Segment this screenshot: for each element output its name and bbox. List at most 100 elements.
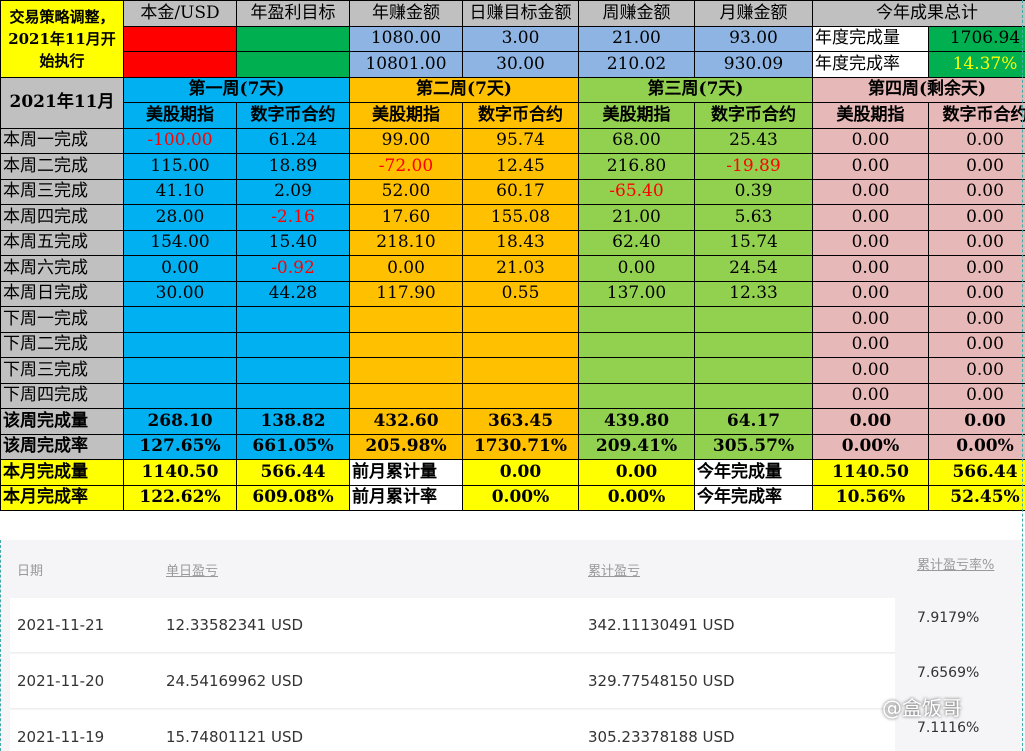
month-total-label[interactable]: 本月完成量	[0, 459, 124, 486]
sub-header-crypto[interactable]: 数字币合约	[236, 102, 350, 129]
year-rate-b[interactable]: 52.45%	[928, 484, 1025, 511]
target-cell[interactable]	[236, 25, 350, 52]
value-cell[interactable]: 44.28	[236, 280, 350, 307]
value-cell[interactable]: 0.00	[123, 255, 237, 282]
value-cell[interactable]	[462, 382, 579, 409]
summary-cell[interactable]: 439.80	[578, 408, 695, 435]
value-cell[interactable]	[694, 382, 813, 409]
day-label[interactable]: 下周三完成	[0, 357, 124, 384]
value-cell[interactable]: 21.00	[578, 204, 695, 231]
value-cell[interactable]: 0.00	[812, 306, 929, 333]
summary-cell[interactable]: 661.05%	[236, 433, 350, 460]
day-label[interactable]: 下周一完成	[0, 306, 124, 333]
prev-total-b[interactable]: 0.00	[578, 459, 695, 486]
value-cell[interactable]: 60.17	[462, 178, 579, 205]
value-cell[interactable]: 24.54	[694, 255, 813, 282]
prev-rate-label[interactable]: 前月累计率	[349, 484, 463, 511]
week-1-header[interactable]: 第一周(7天)	[123, 76, 350, 103]
sub-header-crypto[interactable]: 数字币合约	[462, 102, 579, 129]
value-cell[interactable]: 5.63	[694, 204, 813, 231]
pnl-row[interactable]: 2021-11-19 15.74801121 USD 305.23378188 …	[10, 710, 895, 751]
week-total-label[interactable]: 该周完成量	[0, 408, 124, 435]
sub-header-crypto[interactable]: 数字币合约	[928, 102, 1025, 129]
year-total-label[interactable]: 今年完成量	[694, 459, 813, 486]
summary-cell[interactable]: 0.00	[812, 408, 929, 435]
value-cell[interactable]: 0.00	[928, 204, 1025, 231]
value-cell[interactable]: 0.00	[812, 255, 929, 282]
value-cell[interactable]: 0.00	[928, 280, 1025, 307]
summary-cell[interactable]: 432.60	[349, 408, 463, 435]
value-cell[interactable]	[236, 382, 350, 409]
pnl-row[interactable]: 2021-11-21 12.33582341 USD 342.11130491 …	[10, 598, 895, 653]
value-cell[interactable]: 216.80	[578, 153, 695, 180]
header-monthly-earn[interactable]: 月赚金额	[694, 0, 813, 27]
summary-cell[interactable]: 209.41%	[578, 433, 695, 460]
value-cell[interactable]: 115.00	[123, 153, 237, 180]
value-cell[interactable]: 154.00	[123, 229, 237, 256]
header-weekly-earn[interactable]: 周赚金额	[578, 0, 695, 27]
value-cell[interactable]: 0.00	[812, 382, 929, 409]
day-label[interactable]: 本周日完成	[0, 280, 124, 307]
header-annual-target[interactable]: 年盈利目标	[236, 0, 350, 27]
value-cell[interactable]: 0.00	[928, 153, 1025, 180]
value-cell[interactable]	[578, 357, 695, 384]
value-cell[interactable]: 0.00	[928, 382, 1025, 409]
value-cell[interactable]	[578, 306, 695, 333]
value-cell[interactable]: 0.00	[812, 331, 929, 358]
value-cell[interactable]: -0.92	[236, 255, 350, 282]
value-cell[interactable]	[578, 382, 695, 409]
value-cell[interactable]: 0.00	[928, 255, 1025, 282]
summary-cell[interactable]: 64.17	[694, 408, 813, 435]
prev-total-label[interactable]: 前月累计量	[349, 459, 463, 486]
value-cell[interactable]: 0.00	[812, 178, 929, 205]
day-label[interactable]: 下周二完成	[0, 331, 124, 358]
value-cell[interactable]: 0.00	[578, 255, 695, 282]
value-cell[interactable]	[349, 382, 463, 409]
month-rate-label[interactable]: 本月完成率	[0, 484, 124, 511]
value-cell[interactable]: 0.00	[812, 127, 929, 154]
summary-cell[interactable]: 0.00%	[812, 433, 929, 460]
value-cell[interactable]: 52.00	[349, 178, 463, 205]
value-cell[interactable]: 0.00	[928, 357, 1025, 384]
value-cell[interactable]: 17.60	[349, 204, 463, 231]
value-cell[interactable]: 12.33	[694, 280, 813, 307]
value-cell[interactable]	[349, 331, 463, 358]
pnl-header-rate[interactable]: 累计盈亏率%	[917, 554, 994, 573]
header-year-summary[interactable]: 今年成果总计	[812, 0, 1025, 27]
value-cell[interactable]: 99.00	[349, 127, 463, 154]
value-cell[interactable]	[236, 357, 350, 384]
pnl-header-cum[interactable]: 累计盈亏	[588, 560, 640, 579]
value-cell[interactable]: 95.74	[462, 127, 579, 154]
strategy-note[interactable]: 交易策略调整，2021年11月开始执行	[0, 0, 124, 78]
year-total-b[interactable]: 566.44	[928, 459, 1025, 486]
pnl-header-daily[interactable]: 单日盈亏	[166, 560, 218, 579]
value-cell[interactable]: -19.89	[694, 153, 813, 180]
value-cell[interactable]: -100.00	[123, 127, 237, 154]
value-cell[interactable]: 0.00	[812, 153, 929, 180]
value-cell[interactable]	[694, 357, 813, 384]
cell[interactable]: 30.00	[462, 51, 579, 78]
cell[interactable]: 930.09	[694, 51, 813, 78]
summary-cell[interactable]: 127.65%	[123, 433, 237, 460]
summary-cell[interactable]: 0.00	[928, 408, 1025, 435]
value-cell[interactable]: 18.89	[236, 153, 350, 180]
sub-header-crypto[interactable]: 数字币合约	[694, 102, 813, 129]
target-cell[interactable]	[236, 51, 350, 78]
day-label[interactable]: 本周一完成	[0, 127, 124, 154]
value-cell[interactable]: 0.00	[928, 178, 1025, 205]
value-cell[interactable]: 0.55	[462, 280, 579, 307]
summary-cell[interactable]: 205.98%	[349, 433, 463, 460]
day-label[interactable]: 本周四完成	[0, 204, 124, 231]
day-label[interactable]: 本周三完成	[0, 178, 124, 205]
week-2-header[interactable]: 第二周(7天)	[349, 76, 579, 103]
cell[interactable]: 1080.00	[349, 25, 463, 52]
year-rate-a[interactable]: 10.56%	[812, 484, 929, 511]
prev-rate-b[interactable]: 0.00%	[578, 484, 695, 511]
value-cell[interactable]: 25.43	[694, 127, 813, 154]
value-cell[interactable]: 0.00	[812, 280, 929, 307]
value-cell[interactable]: 30.00	[123, 280, 237, 307]
prev-total-a[interactable]: 0.00	[462, 459, 579, 486]
value-cell[interactable]: 15.74	[694, 229, 813, 256]
value-cell[interactable]: 155.08	[462, 204, 579, 231]
value-cell[interactable]	[462, 306, 579, 333]
